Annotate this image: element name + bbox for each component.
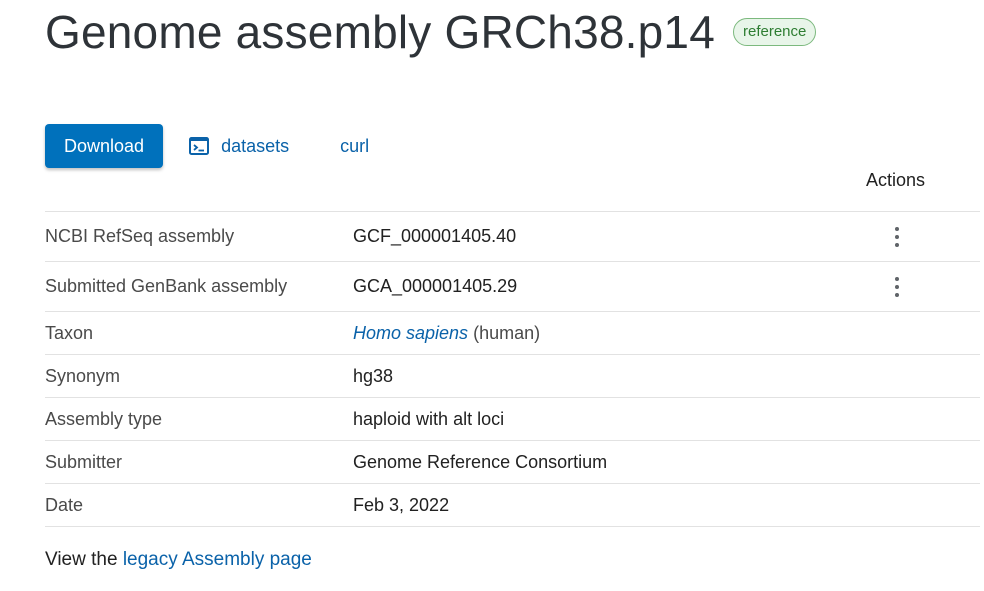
date-value: Feb 3, 2022 <box>353 494 450 515</box>
refseq-accession: GCF_000001405.40 <box>353 226 517 246</box>
datasets-label: datasets <box>221 135 290 156</box>
download-actions-bar: Download datasets curl <box>45 124 369 168</box>
submitter-label: Submitter <box>45 451 123 472</box>
submitter-value: Genome Reference Consortium <box>353 451 608 472</box>
synonym-label: Synonym <box>45 365 121 386</box>
legacy-assembly-link[interactable]: legacy Assembly page <box>123 549 312 570</box>
legacy-prefix: View the <box>45 549 118 570</box>
assembly-details-table: NCBI RefSeq assembly GCF_000001405.40 Su… <box>45 211 980 527</box>
curl-label: curl <box>340 135 370 156</box>
date-label: Date <box>45 494 84 515</box>
synonym-value: hg38 <box>353 365 394 386</box>
table-row-genbank: Submitted GenBank assembly GCA_000001405… <box>45 262 980 312</box>
legacy-page-note: View the legacy Assembly page <box>45 549 312 571</box>
datasets-button[interactable]: datasets <box>189 136 289 157</box>
reference-badge: reference <box>732 18 817 46</box>
taxon-common-name: (human) <box>473 322 541 343</box>
taxon-value: Homo sapiens (human) <box>353 323 540 344</box>
actions-column-header: Actions <box>866 170 926 190</box>
taxon-link[interactable]: Homo sapiens <box>353 323 468 343</box>
page-title: Genome assembly GRCh38.p14 <box>45 6 715 58</box>
assembly-type-value: haploid with alt loci <box>353 408 505 429</box>
genbank-label: Submitted GenBank assembly <box>45 276 288 296</box>
genbank-accession: GCA_000001405.29 <box>353 276 518 296</box>
download-button[interactable]: Download <box>45 124 164 168</box>
assembly-type-label: Assembly type <box>45 408 163 429</box>
curl-button[interactable]: curl <box>340 136 369 157</box>
page-header: Genome assembly GRCh38.p14 reference <box>45 4 817 60</box>
table-row-assembly-type: Assembly type haploid with alt loci <box>45 398 980 441</box>
refseq-label: NCBI RefSeq assembly <box>45 226 235 246</box>
table-row-refseq: NCBI RefSeq assembly GCF_000001405.40 <box>45 212 980 262</box>
table-row-synonym: Synonym hg38 <box>45 355 980 398</box>
more-options-icon[interactable] <box>890 275 904 299</box>
taxon-label: Taxon <box>45 322 94 343</box>
more-options-icon[interactable] <box>890 225 904 249</box>
table-row-taxon: Taxon Homo sapiens (human) <box>45 312 980 355</box>
terminal-icon <box>189 137 210 155</box>
table-row-date: Date Feb 3, 2022 <box>45 484 980 527</box>
table-row-submitter: Submitter Genome Reference Consortium <box>45 441 980 484</box>
